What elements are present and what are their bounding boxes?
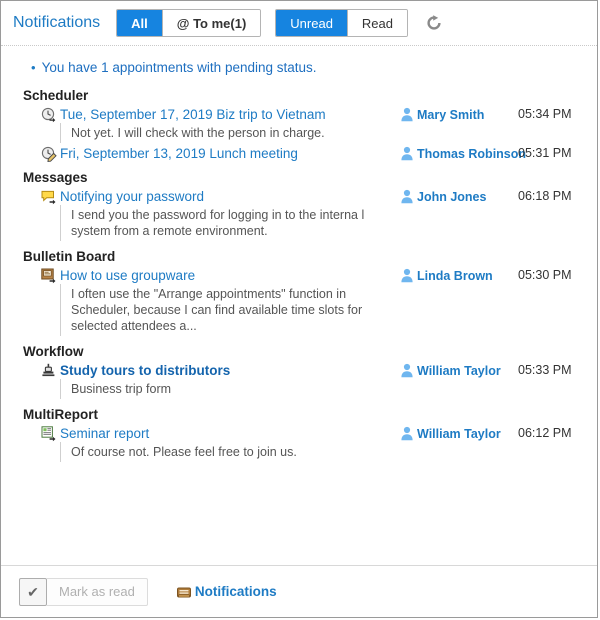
notification-title-link[interactable]: Notifying your password [60, 188, 204, 205]
appointment-edit-clock-icon [41, 146, 57, 162]
select-all-checkbox[interactable]: ✔ [19, 577, 47, 606]
notification-preview-text: Of course not. Please feel free to join … [60, 442, 376, 462]
user-avatar-icon [400, 268, 414, 283]
multireport-doc-icon [41, 426, 57, 442]
mark-as-read-button[interactable]: Mark as read [47, 577, 148, 606]
notification-item: Study tours to distributors Business trip… [23, 362, 585, 399]
notification-item-main: Tue, September 17, 2019 Biz trip to Viet… [23, 106, 400, 143]
sender-name[interactable]: Thomas Robinson [417, 147, 526, 161]
section-title: MultiReport [23, 407, 98, 422]
user-avatar-icon [400, 146, 414, 161]
notification-title-link[interactable]: How to use groupware [60, 267, 195, 284]
notification-title-row: Study tours to distributors [41, 362, 400, 379]
notification-time: 05:31 PM [518, 146, 572, 160]
notification-title-link[interactable]: Fri, September 13, 2019 Lunch meeting [60, 145, 298, 162]
bulletin-board-icon [41, 268, 57, 284]
notification-preview-text: I often use the "Arrange appointments" f… [60, 284, 376, 336]
notification-title-row: Notifying your password [41, 188, 400, 205]
section: Bulletin Board How to use groupware I ofte… [23, 249, 585, 336]
notification-title-row: Tue, September 17, 2019 Biz trip to Viet… [41, 106, 400, 123]
sender-name[interactable]: William Taylor [417, 427, 501, 441]
check-icon: ✔ [27, 583, 39, 600]
notification-meta: Mary Smith 05:34 PM [400, 106, 585, 122]
notification-sender[interactable]: Mary Smith [400, 107, 518, 122]
section: Scheduler Tue, September 17, 2019 Biz tri… [23, 88, 585, 162]
notification-title-link[interactable]: Tue, September 17, 2019 Biz trip to Viet… [60, 106, 326, 123]
notifications-panel: Notifications All @ To me(1) Unread Read… [0, 0, 598, 618]
user-avatar-icon [400, 426, 414, 441]
pending-status-notice: • You have 1 appointments with pending s… [31, 60, 585, 76]
notifications-tray-icon [176, 584, 192, 600]
section: Workflow Study tours to distributors Busin… [23, 344, 585, 399]
notifications-list: • You have 1 appointments with pending s… [1, 46, 597, 565]
notification-title-row: Fri, September 13, 2019 Lunch meeting [41, 145, 400, 162]
target-filter-tabs: All @ To me(1) [116, 9, 262, 37]
sender-name[interactable]: Linda Brown [417, 269, 493, 283]
notice-text[interactable]: You have 1 appointments with pending sta… [42, 60, 317, 76]
notification-sender[interactable]: Thomas Robinson [400, 146, 526, 161]
user-avatar-icon [400, 107, 414, 122]
notification-sender[interactable]: William Taylor [400, 426, 518, 441]
section-title: Scheduler [23, 88, 89, 103]
tab-unread[interactable]: Unread [276, 10, 348, 36]
section: Messages Notifying your password I send yo… [23, 170, 585, 241]
notification-meta: Thomas Robinson 05:31 PM [400, 145, 585, 161]
toolbar: Notifications All @ To me(1) Unread Read [1, 1, 597, 46]
notification-time: 05:34 PM [518, 107, 572, 121]
notifications-link-label[interactable]: Notifications [195, 584, 277, 599]
notification-meta: William Taylor 06:12 PM [400, 425, 585, 441]
tab-to-me[interactable]: @ To me(1) [162, 10, 261, 36]
section-title: Messages [23, 170, 88, 185]
tab-all[interactable]: All [117, 10, 163, 36]
workflow-stamp-icon [41, 363, 57, 379]
notification-time: 05:33 PM [518, 363, 572, 377]
notification-item: Fri, September 13, 2019 Lunch meeting Tho… [23, 145, 585, 162]
notification-sender[interactable]: William Taylor [400, 363, 518, 378]
section-title: Workflow [23, 344, 84, 359]
notification-title-row: How to use groupware [41, 267, 400, 284]
sender-name[interactable]: William Taylor [417, 364, 501, 378]
notification-item-main: Seminar report Of course not. Please feel… [23, 425, 400, 462]
notification-preview-text: Not yet. I will check with the person in… [60, 123, 376, 143]
notification-item: How to use groupware I often use the "Arr… [23, 267, 585, 336]
notification-item-main: Notifying your password I send you the pa… [23, 188, 400, 241]
notification-time: 06:12 PM [518, 426, 572, 440]
notification-item: Notifying your password I send you the pa… [23, 188, 585, 241]
notification-sender[interactable]: Linda Brown [400, 268, 518, 283]
section: MultiReport Seminar report Of course not. … [23, 407, 585, 462]
notification-time: 06:18 PM [518, 189, 572, 203]
notification-title-link[interactable]: Seminar report [60, 425, 149, 442]
notification-item: Seminar report Of course not. Please feel… [23, 425, 585, 462]
notification-item-main: How to use groupware I often use the "Arr… [23, 267, 400, 336]
notification-meta: William Taylor 05:33 PM [400, 362, 585, 378]
notifications-link[interactable]: Notifications [176, 584, 277, 600]
notification-preview-text: I send you the password for logging in t… [60, 205, 376, 241]
footer-bar: ✔ Mark as read Notifications [1, 565, 597, 617]
notification-item: Tue, September 17, 2019 Biz trip to Viet… [23, 106, 585, 143]
message-bubble-icon [41, 189, 57, 205]
user-avatar-icon [400, 363, 414, 378]
sender-name[interactable]: John Jones [417, 190, 486, 204]
appointment-clock-icon [41, 107, 57, 123]
notification-preview-text: Business trip form [60, 379, 376, 399]
section-title: Bulletin Board [23, 249, 116, 264]
notification-title-row: Seminar report [41, 425, 400, 442]
notification-item-main: Fri, September 13, 2019 Lunch meeting [23, 145, 400, 162]
notification-sender[interactable]: John Jones [400, 189, 518, 204]
user-avatar-icon [400, 189, 414, 204]
status-filter-tabs: Unread Read [275, 9, 408, 37]
page-title[interactable]: Notifications [13, 14, 100, 32]
notice-bullet-icon: • [31, 60, 36, 75]
notification-time: 05:30 PM [518, 268, 572, 282]
refresh-icon[interactable] [422, 11, 446, 35]
notification-item-main: Study tours to distributors Business trip… [23, 362, 400, 399]
notification-meta: John Jones 06:18 PM [400, 188, 585, 204]
notification-title-link[interactable]: Study tours to distributors [60, 362, 230, 379]
sender-name[interactable]: Mary Smith [417, 108, 484, 122]
tab-read[interactable]: Read [347, 10, 407, 36]
notification-meta: Linda Brown 05:30 PM [400, 267, 585, 283]
